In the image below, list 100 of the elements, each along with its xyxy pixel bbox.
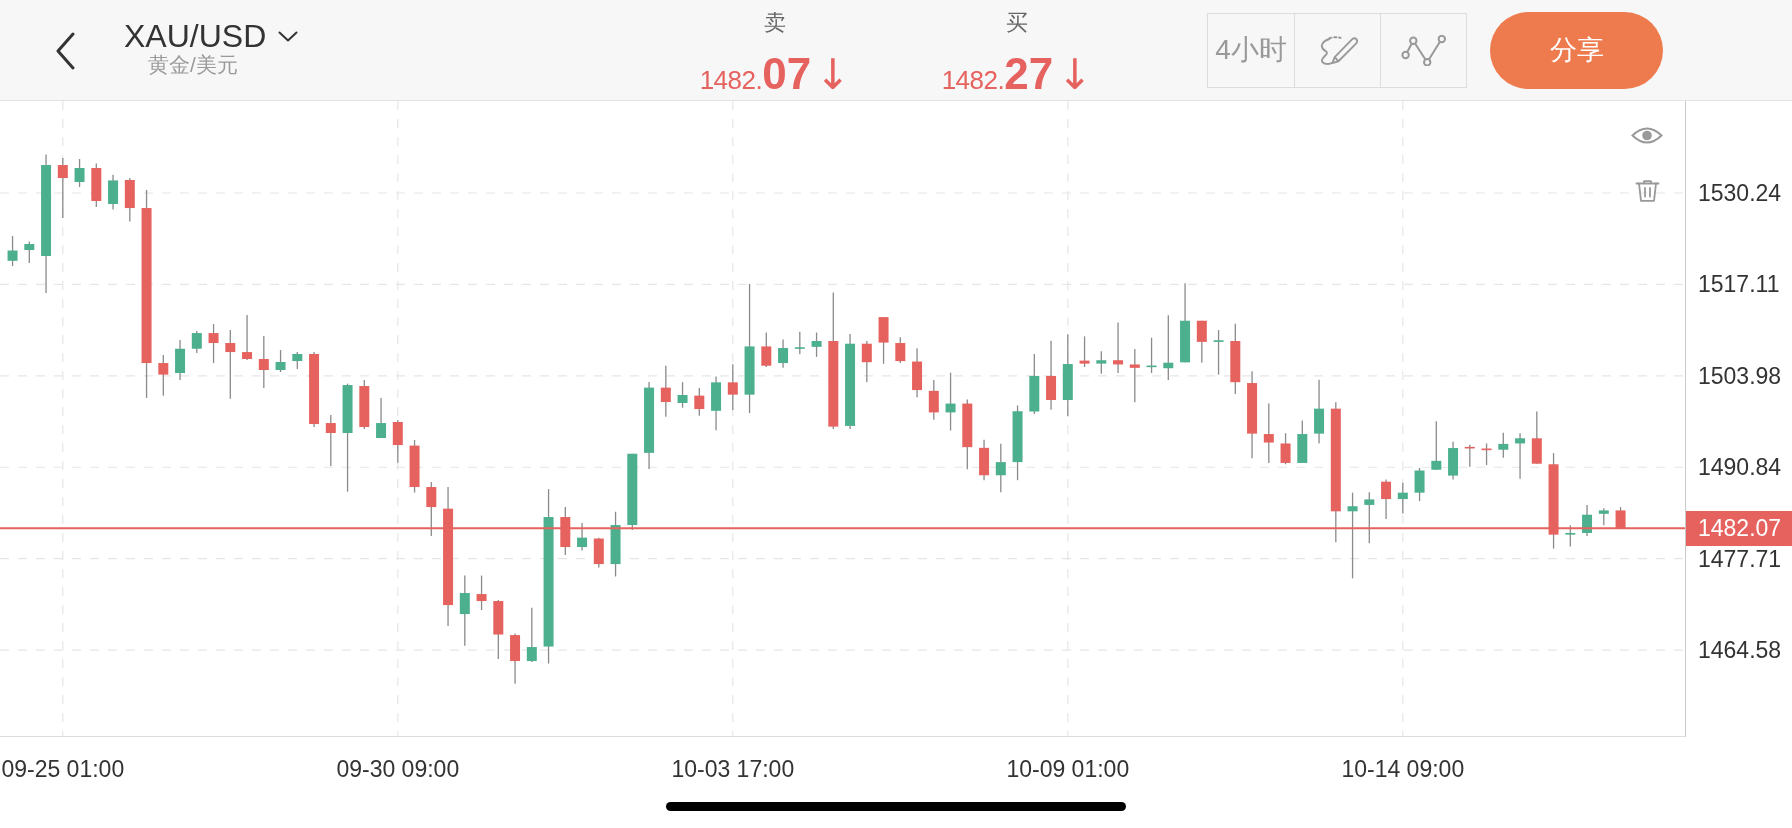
falling-candle <box>91 162 102 208</box>
price-axis-label: 1490.84 <box>1698 455 1782 480</box>
rising-candle <box>292 351 303 370</box>
rising-candle <box>577 522 588 552</box>
rising-candle <box>1146 337 1157 374</box>
rising-candle <box>1096 350 1107 375</box>
falling-candle <box>225 329 236 400</box>
falling-candle <box>861 340 872 383</box>
time-axis-label: 10-09 01:00 <box>1006 757 1130 781</box>
rising-candle <box>1431 420 1442 471</box>
symbol-dropdown[interactable]: XAU/USD <box>124 20 299 52</box>
quote-label: 买 <box>1006 11 1028 35</box>
falling-candle <box>426 481 437 537</box>
falling-candle <box>1280 432 1291 465</box>
polyline-icon <box>1401 34 1446 66</box>
falling-candle <box>1381 478 1392 520</box>
falling-candle <box>962 398 973 470</box>
rising-candle <box>677 381 688 409</box>
time-axis-label: 10-14 09:00 <box>1341 757 1465 781</box>
rising-candle <box>108 174 119 211</box>
falling-candle <box>158 354 169 397</box>
falling-candle <box>912 347 923 398</box>
falling-candle <box>359 379 370 430</box>
down-arrow-icon: ↓ <box>815 54 851 95</box>
down-arrow-icon: ↓ <box>1057 54 1093 95</box>
falling-candle <box>208 323 219 364</box>
falling-candle <box>1481 442 1492 466</box>
falling-candle <box>1079 335 1090 368</box>
falling-candle <box>878 316 889 365</box>
rising-candle <box>1364 491 1375 544</box>
falling-candle <box>242 314 253 361</box>
rising-candle <box>1029 353 1040 415</box>
current-price-tag: 1482.07 <box>1686 511 1792 547</box>
falling-candle <box>1615 506 1626 530</box>
price-axis-label: 1530.24 <box>1698 181 1782 205</box>
falling-candle <box>476 574 487 611</box>
rising-candle <box>1498 432 1509 459</box>
rising-candle <box>1515 432 1526 480</box>
rising-candle <box>610 511 621 578</box>
rising-candle <box>1297 419 1308 464</box>
falling-candle <box>124 177 135 223</box>
rising-candle <box>175 339 186 381</box>
falling-candle <box>895 336 906 364</box>
falling-candle <box>1230 323 1241 395</box>
rising-candle <box>1163 314 1174 381</box>
caret-icon <box>278 30 299 42</box>
rising-candle <box>526 607 537 663</box>
falling-candle <box>928 379 939 421</box>
rising-candle <box>1448 441 1459 481</box>
quote-price: 1482.27 <box>941 51 1054 96</box>
falling-candle <box>1263 402 1274 464</box>
back-icon[interactable] <box>55 32 76 70</box>
trash-icon[interactable] <box>1635 180 1660 202</box>
time-axis-label: 09-30 09:00 <box>336 757 460 781</box>
rising-candle <box>778 338 789 369</box>
falling-candle <box>1196 320 1207 364</box>
falling-candle <box>510 632 521 685</box>
rising-candle <box>1414 467 1425 502</box>
time-axis-label: 10-03 17:00 <box>671 757 795 781</box>
rising-candle <box>1582 504 1593 537</box>
falling-candle <box>560 506 571 556</box>
rising-candle <box>945 372 956 432</box>
rising-candle <box>711 375 722 431</box>
rising-candle <box>275 349 286 373</box>
symbol-name: 黄金/美元 <box>148 54 238 76</box>
falling-candle <box>727 363 738 411</box>
falling-candle <box>1113 321 1124 374</box>
rising-candle <box>1314 379 1325 445</box>
falling-candle <box>258 335 269 389</box>
falling-candle <box>1046 340 1057 411</box>
rising-candle <box>811 331 822 358</box>
falling-candle <box>1531 410 1542 465</box>
time-axis-label: 09-25 01:00 <box>1 757 125 781</box>
quote-label: 卖 <box>764 11 786 35</box>
falling-candle <box>325 414 336 467</box>
rising-candle <box>1598 507 1609 526</box>
price-axis-label: 1517.11 <box>1698 272 1780 297</box>
price-axis-label: 1503.98 <box>1698 363 1782 388</box>
falling-candle <box>979 439 990 481</box>
falling-candle <box>409 439 420 494</box>
eye-icon[interactable] <box>1631 125 1663 146</box>
falling-candle <box>57 157 68 219</box>
rising-candle <box>1565 524 1576 548</box>
falling-candle <box>1129 348 1140 403</box>
rising-candle <box>24 240 35 264</box>
quote-price: 1482.07 <box>699 51 812 96</box>
falling-candle <box>660 365 671 418</box>
rising-candle <box>794 331 805 355</box>
falling-candle <box>392 419 403 464</box>
falling-candle <box>493 599 504 660</box>
rising-candle <box>1397 482 1408 515</box>
falling-candle <box>694 387 705 417</box>
price-axis-label: 1477.71 <box>1698 546 1782 571</box>
share-button[interactable]: 分享 <box>1490 11 1663 89</box>
rising-candle <box>1213 329 1224 376</box>
rising-candle <box>191 330 202 354</box>
falling-candle <box>593 537 604 569</box>
rising-candle <box>995 443 1006 493</box>
falling-candle <box>1464 444 1475 468</box>
rising-candle <box>376 397 387 439</box>
